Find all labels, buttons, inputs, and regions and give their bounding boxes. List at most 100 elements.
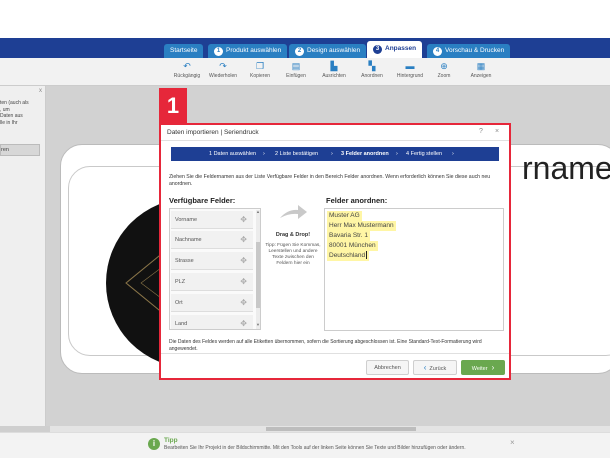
field-item[interactable]: Nachname ✥ <box>171 231 253 249</box>
field-label: Ort <box>175 300 183 306</box>
step-preview-label: Vorschau & Drucken <box>445 47 505 54</box>
scrollbar-thumb[interactable] <box>256 242 260 308</box>
field-item[interactable]: PLZ ✥ <box>171 273 253 291</box>
view-button[interactable]: ▦ Anzeigen <box>466 61 496 79</box>
card-name-text[interactable]: rname <box>522 150 610 187</box>
dialog-footer: Abbrechen ‹ Zurück Weiter › <box>161 353 509 378</box>
step-number: 3 <box>373 45 382 54</box>
move-handle-icon[interactable]: ✥ <box>240 294 247 312</box>
close-icon[interactable]: × <box>495 128 499 135</box>
redo-icon: ↷ <box>219 61 227 71</box>
tip-close-icon[interactable]: × <box>510 438 515 447</box>
arrow-right-icon <box>280 205 307 219</box>
tool-label: Rückgängig <box>173 73 201 79</box>
left-panel: x ten (auch als , um Daten aus lle in Ih… <box>0 86 46 426</box>
arranged-field[interactable]: Bavaria Str. 1 <box>327 231 371 241</box>
field-item[interactable]: Ort ✥ <box>171 294 253 312</box>
step-start[interactable]: Startseite <box>164 44 204 58</box>
arranged-field[interactable]: 80001 München <box>327 241 378 251</box>
chevron-right-icon: › <box>396 151 398 157</box>
redo-button[interactable]: ↷ Wiederholen <box>206 61 240 79</box>
field-label: Strasse <box>175 258 194 264</box>
available-fields-label: Verfügbare Felder: <box>169 196 236 205</box>
move-handle-icon[interactable]: ✥ <box>240 211 247 229</box>
field-item[interactable]: Land ✥ <box>171 315 253 329</box>
move-handle-icon[interactable]: ✥ <box>240 231 247 249</box>
tool-label: Anzeigen <box>470 73 492 79</box>
tip-title: Tipp <box>164 437 178 444</box>
step-badge: 1 <box>159 88 187 123</box>
arrange-fields-area[interactable]: Muster AG Herr Max Mustermann Bavaria St… <box>324 208 504 331</box>
step-number: 4 <box>433 47 442 56</box>
copy-button[interactable]: ❐ Kopieren <box>246 61 274 79</box>
cancel-button[interactable]: Abbrechen <box>366 360 409 375</box>
tool-label: Hintergrund <box>396 73 424 79</box>
step-number: 1 <box>214 47 223 56</box>
paste-button[interactable]: ▤ Einfügen <box>282 61 310 79</box>
move-handle-icon[interactable]: ✥ <box>240 273 247 291</box>
field-label: Vorname <box>175 217 198 223</box>
wizard-step-1[interactable]: 1 Daten auswählen <box>209 147 256 161</box>
move-handle-icon[interactable]: ✥ <box>240 252 247 270</box>
paste-icon: ▤ <box>291 61 301 71</box>
dialog-note: Die Daten des Feldes werden auf alle Eti… <box>169 339 482 352</box>
scrollbar-thumb[interactable] <box>266 427 416 431</box>
step-preview[interactable]: 4 Vorschau & Drucken <box>427 44 511 58</box>
background-button[interactable]: ▬ Hintergrund <box>393 61 427 79</box>
step-product-label: Produkt auswählen <box>226 47 282 54</box>
chevron-right-icon: › <box>331 151 333 157</box>
dialog-title: Daten importieren | Seriendruck <box>167 129 259 136</box>
drag-drop-tip: Tipp: Fügen Sie Kommas, Leerstellen und … <box>265 243 321 266</box>
zoom-icon: ⊕ <box>440 61 448 71</box>
step-customize[interactable]: 3 Anpassen <box>367 41 423 58</box>
import-dialog: Daten importieren | Seriendruck ? × 1 Da… <box>161 125 509 378</box>
field-label: Nachname <box>175 237 202 243</box>
chevron-right-icon: › <box>452 151 454 157</box>
left-panel-text: ten (auch als , um Daten aus lle in Ihr <box>0 100 29 126</box>
step-navigation: Startseite 1 Produkt auswählen 2 Design au… <box>0 38 610 58</box>
wizard-steps: 1 Daten auswählen › 2 Liste bestätigen ›… <box>171 147 499 161</box>
background-icon: ▬ <box>405 61 415 71</box>
next-button[interactable]: Weiter › <box>461 360 505 375</box>
text-cursor <box>366 251 368 260</box>
info-icon: i <box>148 438 160 450</box>
drag-drop-title: Drag & Drop! <box>275 232 311 238</box>
top-whitespace <box>0 0 610 38</box>
dialog-titlebar: Daten importieren | Seriendruck ? × <box>161 125 509 141</box>
step-number: 2 <box>295 47 304 56</box>
scroll-down-icon[interactable]: ▼ <box>256 322 260 327</box>
wizard-step-4[interactable]: 4 Fertig stellen <box>406 147 442 161</box>
fields-scrollbar[interactable]: ▲ ▼ <box>256 209 260 329</box>
scroll-up-icon[interactable]: ▲ <box>256 209 260 214</box>
grid-icon: ▦ <box>476 61 486 71</box>
wizard-step-2[interactable]: 2 Liste bestätigen <box>275 147 318 161</box>
step-design[interactable]: 2 Design auswählen <box>289 44 367 58</box>
zoom-button[interactable]: ⊕ Zoom <box>432 61 456 79</box>
back-label: Zurück <box>429 366 447 372</box>
field-item[interactable]: Strasse ✥ <box>171 252 253 270</box>
arranged-field-last[interactable]: Deutschland <box>327 251 370 261</box>
arrange-button[interactable]: ▚ Anordnen <box>356 61 388 79</box>
tool-label: Einfügen <box>286 73 306 79</box>
wizard-step-3[interactable]: 3 Felder anordnen <box>341 147 389 161</box>
next-label: Weiter <box>471 366 488 372</box>
tool-label: Anordnen <box>361 73 383 79</box>
chevron-right-icon: › <box>263 151 265 157</box>
step-design-label: Design auswählen <box>307 47 361 54</box>
close-icon[interactable]: x <box>39 88 42 94</box>
move-handle-icon[interactable]: ✥ <box>240 315 247 329</box>
back-button[interactable]: ‹ Zurück <box>413 360 457 375</box>
available-fields-list[interactable]: Vorname ✥ Nachname ✥ Strasse ✥ PLZ ✥ Ort ✥ La… <box>169 208 261 330</box>
undo-button[interactable]: ↶ Rückgängig <box>172 61 202 79</box>
left-panel-button[interactable]: ren <box>0 144 40 156</box>
tip-text: Bearbeiten Sie Ihr Projekt in der Bildsc… <box>164 445 466 451</box>
arranged-field[interactable]: Muster AG <box>327 211 362 221</box>
arranged-field[interactable]: Herr Max Mustermann <box>327 221 396 231</box>
step-product[interactable]: 1 Produkt auswählen <box>208 44 288 58</box>
align-icon: ▙ <box>330 61 338 71</box>
field-item[interactable]: Vorname ✥ <box>171 211 253 229</box>
tool-label: Kopieren <box>249 73 270 79</box>
align-button[interactable]: ▙ Ausrichten <box>318 61 350 79</box>
copy-icon: ❐ <box>255 61 265 71</box>
help-icon[interactable]: ? <box>479 128 483 135</box>
